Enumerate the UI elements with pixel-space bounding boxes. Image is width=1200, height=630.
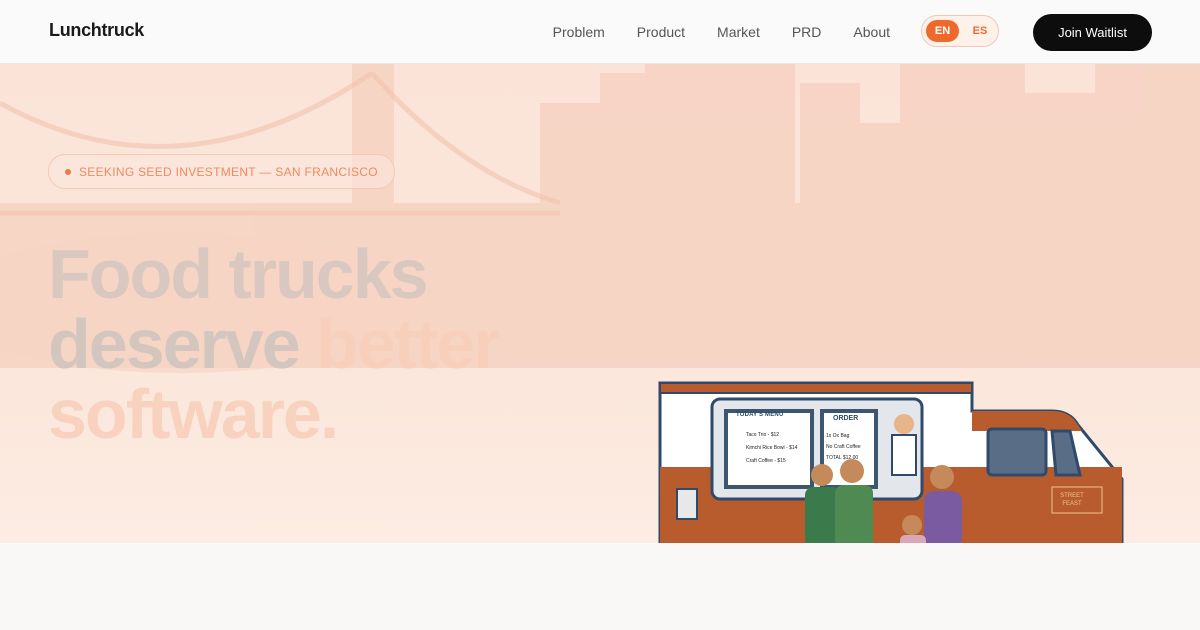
nav-menu: Problem Product Market PRD About — [553, 0, 890, 63]
headline-accent: better — [316, 305, 500, 383]
truck-order-line: 1x Ox Bag — [826, 433, 850, 439]
headline-line-2a: deserve — [48, 305, 317, 383]
food-truck-illustration — [658, 381, 1124, 543]
headline-line-3: software. — [48, 375, 339, 453]
hero-section: SEEKING SEED INVESTMENT — SAN FRANCISCO … — [0, 63, 1200, 543]
truck-order-line: No Craft Coffee — [826, 444, 861, 450]
nav-link-about[interactable]: About — [853, 24, 890, 40]
truck-menu-item: Kimchi Rice Bowl - $14 — [746, 445, 798, 451]
truck-order-title: ORDER — [833, 415, 859, 422]
page-bottom-area — [0, 543, 1200, 630]
logo[interactable]: Lunchtruck — [49, 20, 144, 41]
join-waitlist-button[interactable]: Join Waitlist — [1033, 14, 1152, 51]
lang-es-button[interactable]: ES — [966, 20, 994, 42]
truck-menu-item: Taco Trio - $12 — [746, 432, 780, 438]
badge-dot-icon — [65, 168, 71, 175]
badge-text: SEEKING SEED INVESTMENT — SAN FRANCISCO — [79, 164, 378, 179]
lang-en-button[interactable]: EN — [926, 20, 959, 42]
nav-link-product[interactable]: Product — [637, 24, 685, 40]
nav-link-market[interactable]: Market — [717, 24, 760, 40]
top-nav: Lunchtruck Problem Product Market PRD Ab… — [0, 0, 1200, 64]
language-toggle: EN ES — [921, 15, 999, 47]
truck-sign: STREET FEAST — [1060, 493, 1084, 507]
truck-menu-title: TODAY'S MENU — [736, 412, 784, 418]
truck-order-line: TOTAL $12.00 — [826, 455, 859, 461]
nav-link-problem[interactable]: Problem — [553, 24, 605, 40]
headline-line-1: Food trucks — [48, 235, 429, 313]
hero-headline: Food trucks deserve better software. — [48, 235, 501, 453]
truck-order-list: 1x Ox Bag No Craft Coffee TOTAL $12.00 — [826, 431, 874, 464]
investment-badge: SEEKING SEED INVESTMENT — SAN FRANCISCO — [48, 154, 395, 189]
truck-menu-list: Taco Trio - $12 Kimchi Rice Bowl - $14 C… — [746, 429, 816, 468]
nav-link-prd[interactable]: PRD — [792, 24, 822, 40]
truck-menu-item: Craft Coffee - $15 — [746, 458, 786, 464]
